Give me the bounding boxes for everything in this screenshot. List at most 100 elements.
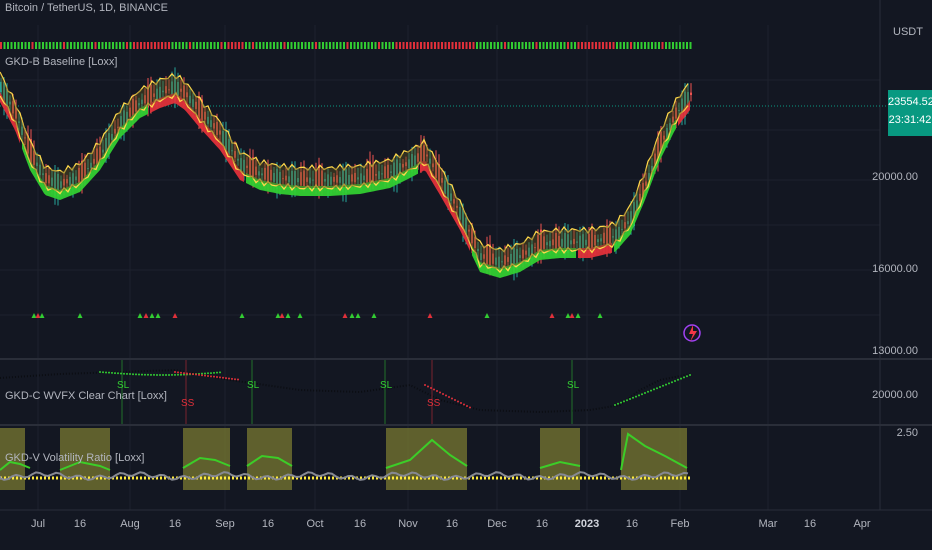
signal-dot [346, 42, 349, 49]
wvfx-dot [183, 372, 185, 375]
time-axis-label: Aug [120, 518, 140, 530]
signal-dot [598, 42, 601, 49]
signal-dot [689, 42, 692, 49]
signal-dot [199, 42, 202, 49]
signal-dot [231, 42, 233, 49]
wvfx-dot [683, 376, 685, 379]
signal-dot [150, 42, 153, 49]
signal-dot [364, 42, 366, 49]
wvfx-dot [686, 375, 688, 378]
signal-dot [493, 42, 496, 49]
signal-dot [567, 42, 569, 49]
signal-dot [546, 42, 548, 49]
wvfx-dot [144, 373, 146, 376]
signal-dot [591, 42, 594, 49]
bar-countdown: 23:31:42 [888, 114, 932, 126]
signal-dot [535, 42, 538, 49]
chart-canvas[interactable]: SL SL SL SLSS SS [0, 0, 932, 550]
signal-dot [427, 42, 429, 49]
signal-dot [49, 42, 51, 49]
wvfx-dot [650, 389, 652, 392]
time-axis-label: 16 [353, 518, 367, 530]
wvfx-dot [677, 378, 679, 381]
lightning-icon[interactable] [683, 324, 701, 342]
wvfx-dot [207, 374, 209, 377]
signal-dot [381, 42, 384, 49]
indicator-volatility-title[interactable]: GKD-V Volatility Ratio [Loxx] [5, 452, 144, 464]
wvfx-dot [135, 373, 137, 376]
time-axis-label: 16 [535, 518, 549, 530]
signal-dot [602, 42, 604, 49]
signal-dot [10, 42, 13, 49]
signal-dot [476, 42, 478, 49]
wvfx-dot [162, 373, 164, 376]
wvfx-dot [204, 374, 206, 377]
signal-dot [682, 42, 685, 49]
wvfx-dot [189, 372, 191, 375]
signal-dot [553, 42, 555, 49]
wvfx-dot [102, 371, 104, 374]
signal-dot [329, 42, 331, 49]
wvfx-dot [129, 373, 131, 376]
signal-dot [147, 42, 149, 49]
signal-dot [612, 42, 615, 49]
signal-dot [290, 42, 293, 49]
signal-dot [451, 42, 454, 49]
signal-dot [353, 42, 356, 49]
signal-dot [665, 42, 667, 49]
signal-dot [458, 42, 461, 49]
wvfx-dot [213, 371, 215, 374]
signal-dot [518, 42, 520, 49]
wvfx-dot [617, 402, 619, 405]
indicator-wvfx-title[interactable]: GKD-C WVFX Clear Chart [Loxx] [5, 390, 167, 402]
wvfx-dot [147, 373, 149, 376]
signal-dot [171, 42, 174, 49]
wvfx-dot [210, 375, 212, 378]
signal-dot [357, 42, 359, 49]
wvfx-dot [99, 371, 101, 373]
signal-dot [136, 42, 139, 49]
signal-dot [210, 42, 212, 49]
wvfx-dot [237, 378, 239, 381]
signal-dot [350, 42, 352, 49]
signal-dot [224, 42, 226, 49]
wvfx-dot [171, 373, 173, 376]
volatility-box [621, 428, 687, 490]
signal-dot [175, 42, 177, 49]
wvfx-dot [213, 375, 215, 378]
signal-dot [24, 42, 27, 49]
signal-dot [248, 42, 251, 49]
signal-dot [385, 42, 387, 49]
price-axis-tick: 13000.00 [872, 345, 918, 357]
signal-dot [0, 42, 2, 49]
symbol-title[interactable]: Bitcoin / TetherUS, 1D, BINANCE [5, 2, 168, 14]
signal-dot [686, 42, 688, 49]
signal-dot [392, 42, 394, 49]
signal-dot [584, 42, 587, 49]
wvfx-dot [626, 399, 628, 402]
signal-dot [108, 42, 111, 49]
wvfx-dot [457, 400, 459, 403]
signal-dot [637, 42, 639, 49]
signal-dot [154, 42, 156, 49]
wvfx-dot [108, 371, 110, 374]
signal-dot [661, 42, 664, 49]
signal-dot [521, 42, 524, 49]
signal-label-short: SS [181, 398, 195, 409]
signal-dot [182, 42, 184, 49]
signal-dot [490, 42, 492, 49]
indicator-baseline-title[interactable]: GKD-B Baseline [Loxx] [5, 56, 118, 68]
time-axis-label: 2023 [574, 518, 600, 530]
signal-dot [633, 42, 636, 49]
wvfx-dot [641, 393, 643, 396]
signal-dot [266, 42, 268, 49]
wvfx-dot [156, 373, 158, 376]
signal-dot [325, 42, 328, 49]
wvfx-dot [668, 382, 670, 385]
signal-dot [514, 42, 517, 49]
signal-dot [609, 42, 611, 49]
signal-dot [651, 42, 653, 49]
signal-dot [45, 42, 48, 49]
signal-dot [626, 42, 629, 49]
wvfx-dot [656, 387, 658, 390]
